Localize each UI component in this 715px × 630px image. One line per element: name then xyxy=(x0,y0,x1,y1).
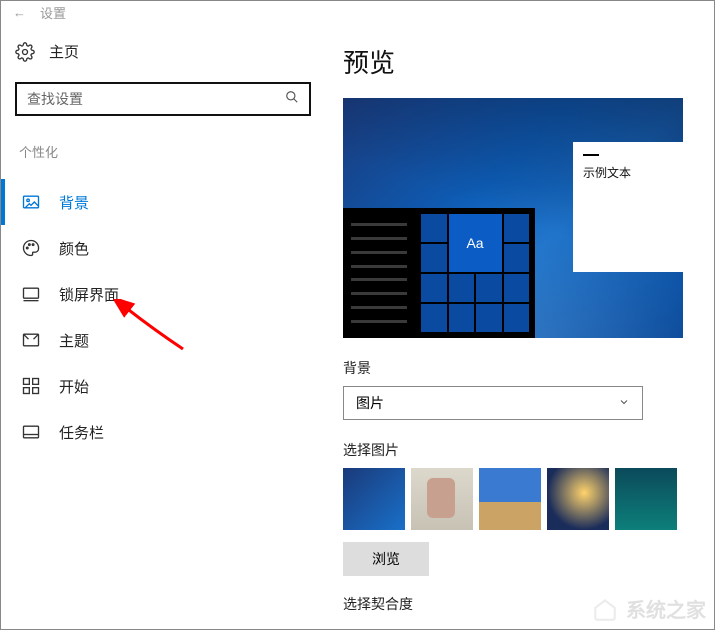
thumbnail-1[interactable] xyxy=(343,468,405,530)
preview-tile-big: Aa xyxy=(449,214,502,272)
sidebar-item-taskbar[interactable]: 任务栏 xyxy=(15,409,317,455)
sidebar-item-colors[interactable]: 颜色 xyxy=(15,225,317,271)
preview-start-list xyxy=(343,208,415,338)
thumbnail-3[interactable] xyxy=(479,468,541,530)
picture-icon xyxy=(21,192,41,212)
watermark: 系统之家 xyxy=(590,594,706,623)
sidebar-item-label: 颜色 xyxy=(59,238,89,259)
section-label: 个性化 xyxy=(15,142,317,161)
preview-sample-window: 示例文本 xyxy=(573,142,683,272)
themes-icon xyxy=(21,330,41,350)
thumbnail-4[interactable] xyxy=(547,468,609,530)
preview-start-tiles: Aa xyxy=(415,208,535,338)
sidebar: 主页 查找设置 个性化 背景 颜色 锁屏界面 主题 开始 xyxy=(1,23,331,629)
sidebar-item-label: 背景 xyxy=(59,192,89,213)
dropdown-value: 图片 xyxy=(356,393,384,413)
sidebar-item-themes[interactable]: 主题 xyxy=(15,317,317,363)
desktop-preview: Aa 示例文本 xyxy=(343,98,683,338)
picture-thumbnails xyxy=(343,468,702,530)
sidebar-item-label: 锁屏界面 xyxy=(59,284,119,305)
sidebar-item-start[interactable]: 开始 xyxy=(15,363,317,409)
search-icon xyxy=(285,90,299,109)
sidebar-item-label: 开始 xyxy=(59,376,89,397)
taskbar-icon xyxy=(21,422,41,442)
sidebar-item-label: 任务栏 xyxy=(59,422,104,443)
thumbnail-5[interactable] xyxy=(615,468,677,530)
sidebar-item-label: 主题 xyxy=(59,330,89,351)
gear-icon xyxy=(15,42,35,62)
lockscreen-icon xyxy=(21,284,41,304)
search-input[interactable]: 查找设置 xyxy=(15,82,311,116)
background-dropdown[interactable]: 图片 xyxy=(343,386,643,420)
preview-title: 预览 xyxy=(343,43,702,80)
choose-picture-label: 选择图片 xyxy=(343,440,702,460)
sidebar-item-background[interactable]: 背景 xyxy=(15,179,317,225)
window-title: 设置 xyxy=(40,3,66,22)
back-icon[interactable]: ← xyxy=(13,5,26,20)
palette-icon xyxy=(21,238,41,258)
search-placeholder: 查找设置 xyxy=(27,89,285,109)
chevron-down-icon xyxy=(618,395,630,411)
home-link[interactable]: 主页 xyxy=(15,41,317,62)
browse-button[interactable]: 浏览 xyxy=(343,542,429,576)
main-content: 预览 Aa 示例文本 背景 xyxy=(331,23,714,629)
background-label: 背景 xyxy=(343,358,702,378)
sample-text: 示例文本 xyxy=(583,164,673,181)
home-label: 主页 xyxy=(49,41,79,62)
thumbnail-2[interactable] xyxy=(411,468,473,530)
sidebar-item-lockscreen[interactable]: 锁屏界面 xyxy=(15,271,317,317)
start-icon xyxy=(21,376,41,396)
